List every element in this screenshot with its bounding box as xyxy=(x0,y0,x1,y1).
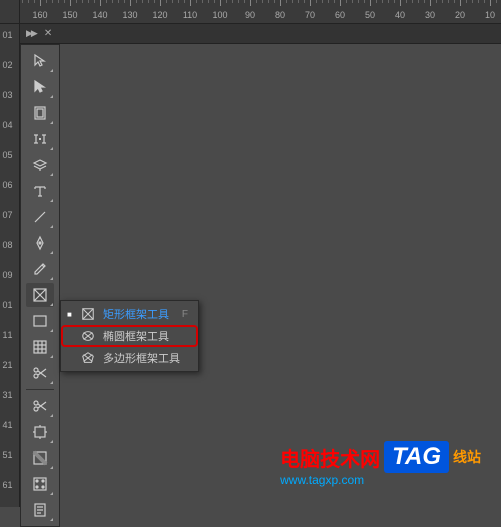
document-canvas[interactable] xyxy=(60,44,501,507)
ruler-v-label: 40 xyxy=(2,120,12,127)
rectangle-tool[interactable] xyxy=(26,309,54,333)
flyout-item-icon xyxy=(81,307,95,321)
ruler-h-label: 100 xyxy=(212,10,227,20)
panel-collapse-icon[interactable]: ▶▶ xyxy=(26,28,36,39)
watermark-title: 电脑技术网 xyxy=(280,443,380,472)
polygon-frame-tool-option[interactable]: 多边形框架工具 xyxy=(61,347,198,369)
frame-tool-flyout-menu: ■ 矩形框架工具 F椭圆框架工具多边形框架工具 xyxy=(60,300,199,372)
ruler-h-label: 110 xyxy=(183,10,197,20)
flyout-item-label: 多边形框架工具 xyxy=(103,350,180,366)
ruler-v-label: 11 xyxy=(2,330,12,337)
ruler-v-label: 10 xyxy=(2,30,12,37)
watermark-url: www.tagxp.com xyxy=(280,473,481,487)
ruler-h-label: 40 xyxy=(395,10,405,20)
gradient-feather-tool[interactable] xyxy=(26,472,54,496)
ruler-h-label: 70 xyxy=(305,10,315,20)
panel-header: ▶▶ ✕ xyxy=(20,24,501,44)
horizontal-ruler: 7016015014013012011010090807060504030201… xyxy=(0,0,501,24)
ruler-v-label: 80 xyxy=(2,240,12,247)
watermark-tag: TAG xyxy=(384,441,449,473)
type-tool[interactable] xyxy=(26,179,54,203)
ruler-v-label: 50 xyxy=(2,150,12,157)
watermark: 电脑技术网 TAG 线站 www.tagxp.com xyxy=(280,441,481,487)
rectangle-frame-tool[interactable] xyxy=(26,283,54,307)
ruler-h-label: 20 xyxy=(455,10,465,20)
line-tool[interactable] xyxy=(26,205,54,229)
grid-tool[interactable] xyxy=(26,335,54,359)
vertical-ruler: 10 20 30 40 50 60 70 80 90 10 11 12 13 14 15 16 xyxy=(0,24,20,507)
ruler-v-label: 12 xyxy=(2,360,12,367)
pencil-tool[interactable] xyxy=(26,257,54,281)
selection-tool[interactable] xyxy=(26,49,54,73)
ruler-h-label: 30 xyxy=(425,10,435,20)
panel-close-icon[interactable]: ✕ xyxy=(44,28,52,39)
ruler-h-label: 140 xyxy=(92,10,107,20)
scissors-tool[interactable] xyxy=(26,361,54,385)
direct-selection-tool[interactable] xyxy=(26,75,54,99)
ruler-v-label: 20 xyxy=(2,60,12,67)
ruler-h-label: 120 xyxy=(152,10,167,20)
ruler-h-label: 50 xyxy=(365,10,375,20)
flyout-current-indicator: ■ xyxy=(67,310,73,319)
ruler-v-label: 30 xyxy=(2,90,12,97)
ruler-v-label: 14 xyxy=(2,420,12,427)
ruler-h-label: 130 xyxy=(122,10,137,20)
rectangle-frame-tool-option[interactable]: ■ 矩形框架工具 F xyxy=(61,303,198,325)
ruler-v-label: 60 xyxy=(2,180,12,187)
scissors-tool-2[interactable] xyxy=(26,394,54,418)
pen-tool[interactable] xyxy=(26,231,54,255)
flyout-item-label: 矩形框架工具 xyxy=(103,306,174,322)
flyout-item-icon xyxy=(81,329,95,343)
ruler-v-label: 16 xyxy=(2,480,12,487)
toolbox xyxy=(20,44,60,527)
ruler-h-label: 80 xyxy=(275,10,285,20)
ruler-h-label: 150 xyxy=(62,10,77,20)
ellipse-frame-tool-option[interactable]: 椭圆框架工具 xyxy=(61,325,198,347)
gap-tool[interactable] xyxy=(26,127,54,151)
ruler-corner xyxy=(0,0,20,24)
flyout-item-shortcut: F xyxy=(182,309,188,320)
ruler-v-label: 90 xyxy=(2,270,12,277)
ruler-v-label: 70 xyxy=(2,210,12,217)
ruler-h-label: 90 xyxy=(245,10,255,20)
flyout-item-icon xyxy=(81,351,95,365)
flyout-item-label: 椭圆框架工具 xyxy=(103,328,180,344)
ruler-v-label: 10 xyxy=(2,300,12,307)
page-tool[interactable] xyxy=(26,101,54,125)
ruler-h-label: 10 xyxy=(485,10,495,20)
ruler-h-label: 60 xyxy=(335,10,345,20)
note-tool[interactable] xyxy=(26,498,54,522)
gradient-swatch-tool[interactable] xyxy=(26,446,54,470)
content-collector-tool[interactable] xyxy=(26,153,54,177)
ruler-h-label: 160 xyxy=(32,10,47,20)
ruler-v-label: 15 xyxy=(2,450,12,457)
watermark-suffix: 线站 xyxy=(453,447,481,467)
ruler-v-label: 13 xyxy=(2,390,12,397)
free-transform-tool[interactable] xyxy=(26,420,54,444)
